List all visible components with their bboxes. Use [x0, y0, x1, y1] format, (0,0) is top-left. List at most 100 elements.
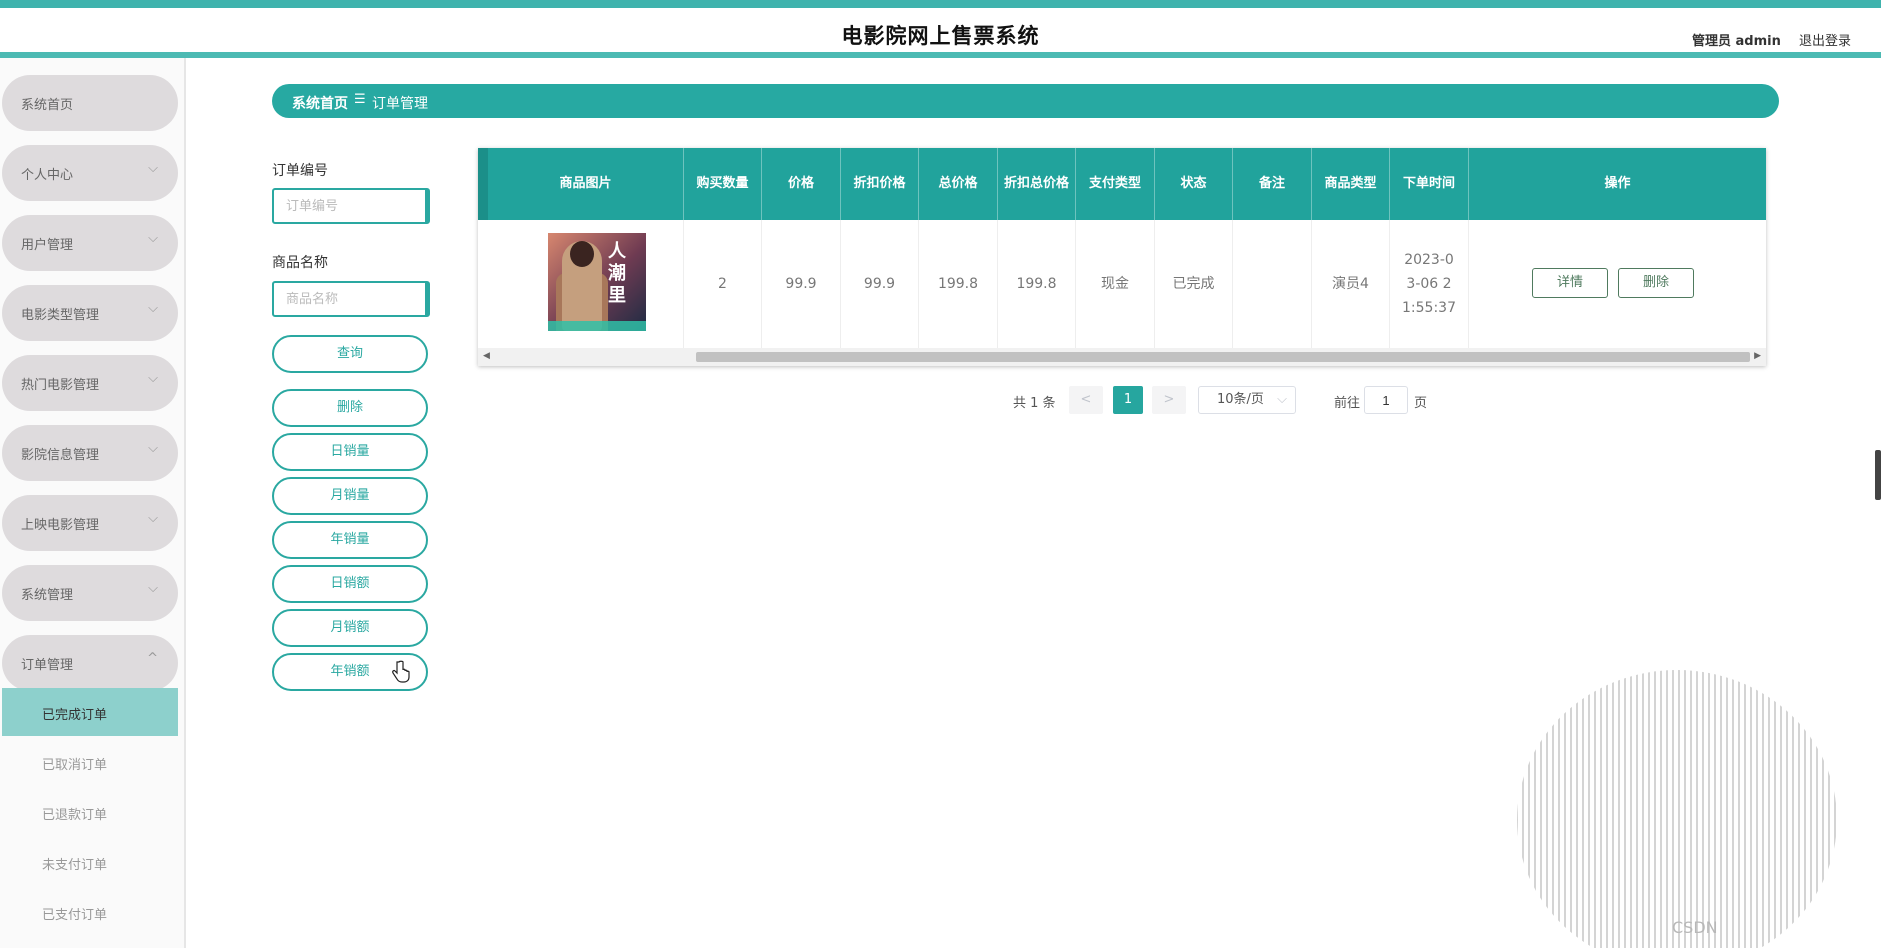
side-scroll-handle[interactable]: [1875, 450, 1881, 500]
submenu-item-unpaid-orders[interactable]: 未支付订单: [2, 838, 178, 886]
goto-page-input[interactable]: [1364, 386, 1408, 414]
delete-button[interactable]: 删除: [272, 389, 428, 427]
submenu-item-label: 已支付订单: [42, 908, 108, 923]
table-header-cell: 状态: [1155, 148, 1233, 220]
sidebar-item-system[interactable]: 系统管理 ⌵: [2, 565, 178, 621]
sidebar-item-personal-center[interactable]: 个人中心 ⌵: [2, 145, 178, 201]
submenu-item-label: 未支付订单: [42, 858, 108, 873]
breadcrumb-current: 订单管理: [372, 96, 428, 112]
chevron-down-icon: ⌵: [148, 581, 158, 596]
menu-separator-icon: ☰: [354, 92, 366, 107]
decorative-striped-circle: [1517, 670, 1837, 948]
sidebar-item-user-management[interactable]: 用户管理 ⌵: [2, 215, 178, 271]
table-header-cell: 折扣价格: [841, 148, 919, 220]
admin-label: 管理员 admin: [1692, 34, 1781, 49]
sidebar-item-label: 电影类型管理: [21, 308, 100, 323]
header-bottom-accent: [0, 52, 1881, 58]
header-top-accent: [0, 0, 1881, 8]
submenu-item-cancelled-orders[interactable]: 已取消订单: [2, 738, 178, 786]
breadcrumb-home[interactable]: 系统首页: [292, 93, 348, 113]
table-cell-remark: [1233, 220, 1312, 348]
sidebar-item-label: 上映电影管理: [21, 518, 100, 533]
table-horizontal-scrollbar[interactable]: ◀ ▶: [478, 348, 1766, 366]
scrollbar-thumb[interactable]: [696, 352, 1750, 362]
table-header-cell: 价格: [762, 148, 841, 220]
product-name-label: 商品名称: [272, 255, 328, 271]
table-cell-discount-total: 199.8: [998, 220, 1076, 348]
pagination-total: 共 1 条: [1013, 396, 1056, 411]
movie-poster-image: 人潮里: [548, 233, 646, 331]
chevron-down-icon: ⌵: [148, 231, 158, 246]
chevron-down-icon: ⌵: [1277, 392, 1287, 407]
daily-sales-qty-button[interactable]: 日销量: [272, 433, 428, 471]
orders-table: 商品图片 购买数量 价格 折扣价格 总价格 折扣总价格 支付类型 状态 备注 商…: [478, 148, 1766, 366]
header: 电影院网上售票系统 管理员 admin 退出登录: [0, 8, 1881, 52]
pagination-page-1[interactable]: 1: [1113, 386, 1143, 414]
page-suffix-label: 页: [1414, 396, 1428, 411]
sidebar-item-label: 订单管理: [21, 658, 74, 673]
table-header-cell: 总价格: [919, 148, 998, 220]
table-cell-image: 人潮里: [488, 220, 684, 348]
chevron-down-icon: ⌵: [148, 161, 158, 176]
sidebar-item-label: 影院信息管理: [21, 448, 100, 463]
chevron-down-icon: ⌵: [148, 511, 158, 526]
submenu-item-completed-orders[interactable]: 已完成订单: [2, 688, 178, 736]
table-header-cell: 折扣总价格: [998, 148, 1076, 220]
submenu-item-label: 已完成订单: [42, 708, 108, 723]
sidebar-item-label: 个人中心: [21, 168, 74, 183]
scroll-left-arrow-icon[interactable]: ◀: [483, 351, 490, 361]
chevron-down-icon: ⌵: [148, 371, 158, 386]
product-name-input[interactable]: [272, 281, 430, 317]
sidebar-item-label: 系统管理: [21, 588, 74, 603]
goto-label: 前往: [1334, 396, 1361, 411]
daily-sales-amt-button[interactable]: 日销额: [272, 565, 428, 603]
sidebar-item-hot-movies[interactable]: 热门电影管理 ⌵: [2, 355, 178, 411]
yearly-sales-qty-button[interactable]: 年销量: [272, 521, 428, 559]
sidebar-item-cinema-info[interactable]: 影院信息管理 ⌵: [2, 425, 178, 481]
monthly-sales-qty-button[interactable]: 月销量: [272, 477, 428, 515]
monthly-sales-amt-button[interactable]: 月销额: [272, 609, 428, 647]
breadcrumb: 系统首页 ☰ 订单管理: [272, 84, 1779, 118]
sidebar-item-label: 用户管理: [21, 238, 74, 253]
scroll-right-arrow-icon[interactable]: ▶: [1754, 351, 1761, 361]
submenu-item-label: 已退款订单: [42, 808, 108, 823]
submenu-item-refunded-orders[interactable]: 已退款订单: [2, 788, 178, 836]
query-button[interactable]: 查询: [272, 335, 428, 373]
table-cell-payment-type: 现金: [1076, 220, 1155, 348]
table-header-cell: 支付类型: [1076, 148, 1155, 220]
table-header-cell: 操作: [1604, 176, 1631, 191]
table-header: 商品图片 购买数量 价格 折扣价格 总价格 折扣总价格 支付类型 状态 备注 商…: [478, 148, 1766, 220]
sidebar-item-label: 热门电影管理: [21, 378, 100, 393]
table-cell-product-type: 演员4: [1312, 220, 1390, 348]
page-size-select[interactable]: 10条/页 ⌵: [1198, 386, 1296, 414]
table-cell-order-time: 2023-03-06 21:55:37: [1390, 220, 1469, 348]
table-header-cell: 下单时间: [1390, 148, 1469, 220]
logout-link[interactable]: 退出登录: [1799, 30, 1851, 49]
order-no-input[interactable]: [272, 188, 430, 224]
chevron-up-icon: ^: [147, 651, 158, 666]
table-cell-status: 已完成: [1155, 220, 1233, 348]
pagination-prev-button[interactable]: <: [1069, 386, 1103, 414]
submenu-item-paid-orders[interactable]: 已支付订单: [2, 888, 178, 936]
chevron-down-icon: ⌵: [148, 301, 158, 316]
sidebar-item-label: 系统首页: [21, 98, 74, 113]
sidebar-item-order-management[interactable]: 订单管理 ^: [2, 635, 178, 691]
pagination-next-button[interactable]: >: [1152, 386, 1186, 414]
chevron-down-icon: ⌵: [148, 441, 158, 456]
table-cell-quantity: 2: [684, 220, 762, 348]
submenu-item-label: 已取消订单: [42, 758, 108, 773]
detail-button[interactable]: 详情: [1532, 268, 1608, 298]
table-header-cell: 购买数量: [684, 148, 762, 220]
sidebar-item-movie-type[interactable]: 电影类型管理 ⌵: [2, 285, 178, 341]
table-header-cell: 商品类型: [1312, 148, 1390, 220]
sidebar-item-home[interactable]: 系统首页: [2, 75, 178, 131]
sidebar-item-showing-movies[interactable]: 上映电影管理 ⌵: [2, 495, 178, 551]
table-cell-total-price: 199.8: [919, 220, 998, 348]
order-no-label: 订单编号: [272, 163, 328, 179]
poster-title: 人潮里: [608, 241, 626, 306]
row-delete-button[interactable]: 删除: [1618, 268, 1694, 298]
header-row-marker: [478, 148, 488, 220]
table-header-cell: 备注: [1233, 148, 1312, 220]
watermark-text: CSDN: [1672, 918, 1718, 937]
hand-pointer-icon: [392, 660, 410, 683]
